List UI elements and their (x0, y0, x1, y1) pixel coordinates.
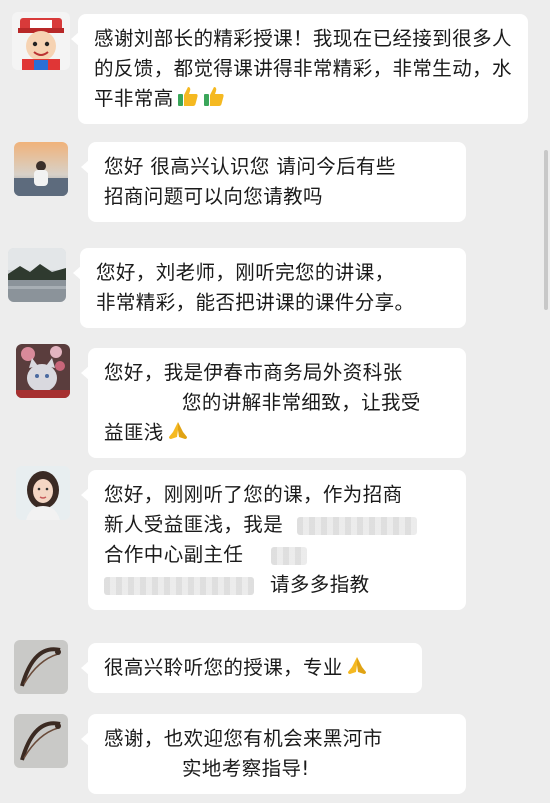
folded-hands-icon (345, 653, 369, 677)
message-text-line: 感谢刘部长的精彩授课！我现在已经接到很多人 (94, 27, 512, 50)
message-bubble[interactable]: 感谢刘部长的精彩授课！我现在已经接到很多人 的反馈，都觉得课讲得非常精彩，非常生… (71, 14, 528, 124)
scrollbar[interactable] (544, 0, 548, 803)
woman-portrait-avatar[interactable] (16, 466, 70, 520)
cartoon-avatar[interactable] (12, 12, 70, 70)
cat-flowers-avatar-image (16, 344, 70, 398)
scrollbar-thumb[interactable] (544, 150, 548, 310)
message-text-line: 实地考察指导! (182, 757, 310, 780)
message-bubble[interactable]: 您好 很高兴认识您 请问今后有些 招商问题可以向您请教吗 (81, 142, 466, 222)
message-bubble[interactable]: 您好，刘老师，刚听完您的讲课， 非常精彩，能否把讲课的课件分享。 (73, 248, 466, 328)
message-text-line: 非常精彩，能否把讲课的课件分享。 (96, 291, 415, 314)
message-text-line: 您好，我是伊春市商务局外资科张 (104, 361, 403, 384)
message-text-segment: 益匪浅 (104, 421, 164, 444)
woman-portrait-avatar-image (16, 466, 70, 520)
message-text-segment: 新人受益匪浅，我是 (104, 513, 284, 536)
thumbs-up-icon (176, 84, 200, 108)
message-text-line: 的反馈，都觉得课讲得非常精彩，非常生动，水 (94, 57, 512, 80)
bow-avatar-image (14, 714, 68, 768)
message-text-segment: 合作中心副主任 (104, 543, 244, 566)
thumbs-up-icon (202, 84, 226, 108)
lake-landscape-avatar[interactable] (8, 248, 66, 302)
message-text-line: 您好，刚刚听了您的课，作为招商 (104, 483, 403, 506)
sunset-person-avatar[interactable] (14, 142, 68, 196)
message-text-segment: 平非常高 (94, 87, 174, 110)
message-text-line: 平非常高 (94, 84, 512, 114)
lake-landscape-avatar-image (8, 248, 66, 302)
message-text-line: 招商问题可以向您请教吗 (104, 185, 323, 208)
redacted-text (104, 576, 254, 595)
message-bubble[interactable]: 您好，我是伊春市商务局外资科张 您的讲解非常细致，让我受 益匪浅 (81, 348, 466, 458)
bow-avatar-image (14, 640, 68, 694)
message-bubble[interactable]: 您好，刚刚听了您的课，作为招商 新人受益匪浅，我是 合作中心副主任 请多多指教 (81, 470, 466, 610)
message-text-line: 您好 很高兴认识您 请问今后有些 (104, 155, 396, 178)
message-bubble[interactable]: 感谢，也欢迎您有机会来黑河市 实地考察指导! (81, 714, 466, 794)
message-bubble[interactable]: 很高兴聆听您的授课，专业 (81, 643, 422, 693)
message-text-line: 益匪浅 (104, 418, 450, 448)
message-text-line: 您好，刘老师，刚听完您的讲课， (96, 261, 395, 284)
message-text-segment: 很高兴聆听您的授课，专业 (104, 656, 343, 679)
redacted-text (297, 516, 418, 535)
message-text-line: 很高兴聆听您的授课，专业 (104, 653, 406, 683)
sunset-person-avatar-image (14, 142, 68, 196)
bow-avatar[interactable] (14, 714, 68, 768)
message-text-line: 合作中心副主任 (104, 540, 450, 570)
redacted-text (271, 546, 308, 565)
cartoon-avatar-image (12, 12, 70, 70)
cat-flowers-avatar[interactable] (16, 344, 70, 398)
bow-avatar[interactable] (14, 640, 68, 694)
folded-hands-icon (166, 418, 190, 442)
message-text-line: 新人受益匪浅，我是 (104, 510, 450, 540)
message-text-line: 您的讲解非常细致，让我受 (182, 391, 421, 414)
message-text-line: 感谢，也欢迎您有机会来黑河市 (104, 727, 383, 750)
message-text-line: 请多多指教 (104, 570, 450, 600)
message-text-segment: 请多多指教 (270, 573, 370, 596)
